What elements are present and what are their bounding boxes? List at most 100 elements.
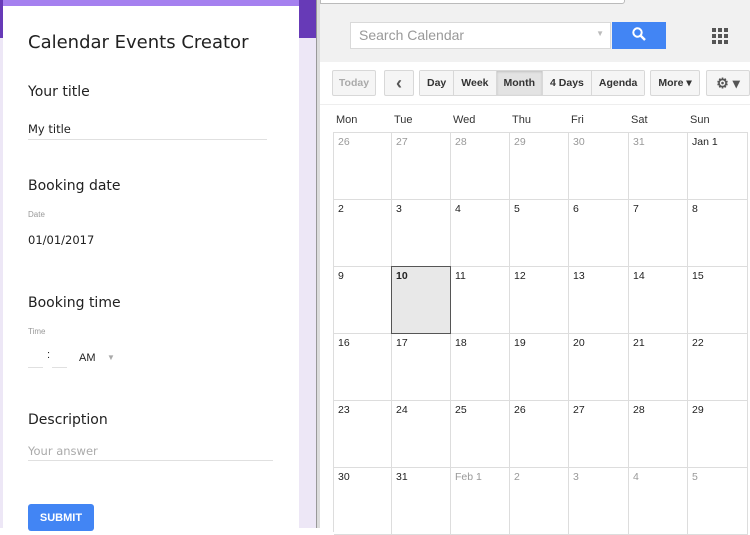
ampm-dropdown-icon[interactable]: ▼ bbox=[107, 353, 115, 362]
calendar-day[interactable]: 7 bbox=[629, 200, 688, 267]
calendar-day[interactable]: 27 bbox=[392, 133, 451, 200]
calendar-day[interactable]: 5 bbox=[688, 468, 748, 535]
calendar-day[interactable]: 9 bbox=[334, 267, 392, 334]
search-options-icon[interactable]: ▼ bbox=[596, 29, 604, 38]
calendar-day[interactable]: 11 bbox=[451, 267, 510, 334]
calendar-day[interactable]: 25 bbox=[451, 401, 510, 468]
calendar-day[interactable]: 19 bbox=[510, 334, 569, 401]
calendar-day[interactable]: 18 bbox=[451, 334, 510, 401]
calendar-day[interactable]: 28 bbox=[451, 133, 510, 200]
calendar-day[interactable]: 26 bbox=[334, 133, 392, 200]
day-number[interactable]: 2 bbox=[338, 203, 344, 215]
day-number[interactable]: 5 bbox=[514, 203, 520, 215]
day-number[interactable]: 28 bbox=[455, 136, 467, 148]
day-number[interactable]: 31 bbox=[396, 471, 408, 483]
day-number[interactable]: 10 bbox=[396, 270, 408, 282]
day-number[interactable]: 24 bbox=[396, 404, 408, 416]
day-number[interactable]: Jan 1 bbox=[692, 136, 718, 148]
calendar-day[interactable]: 31 bbox=[392, 468, 451, 535]
calendar-day[interactable]: Feb 1 bbox=[451, 468, 510, 535]
description-input[interactable]: Your answer bbox=[28, 444, 98, 458]
day-number[interactable]: 6 bbox=[573, 203, 579, 215]
calendar-day[interactable]: Jan 1 bbox=[688, 133, 748, 200]
day-number[interactable]: 29 bbox=[514, 136, 526, 148]
calendar-day[interactable]: 3 bbox=[392, 200, 451, 267]
calendar-day[interactable]: 30 bbox=[334, 468, 392, 535]
calendar-day[interactable]: 2 bbox=[334, 200, 392, 267]
day-number[interactable]: 25 bbox=[455, 404, 467, 416]
calendar-day[interactable]: 24 bbox=[392, 401, 451, 468]
day-number[interactable]: 4 bbox=[455, 203, 461, 215]
day-number[interactable]: 11 bbox=[455, 270, 466, 282]
day-number[interactable]: 22 bbox=[692, 337, 704, 349]
day-number[interactable]: 27 bbox=[396, 136, 408, 148]
more-button[interactable]: More ▾ bbox=[650, 70, 700, 96]
day-number[interactable]: 12 bbox=[514, 270, 526, 282]
calendar-day[interactable]: 4 bbox=[451, 200, 510, 267]
calendar-day[interactable]: 30 bbox=[569, 133, 629, 200]
settings-button[interactable]: ⚙ ▾ bbox=[706, 70, 750, 96]
view-week-button[interactable]: Week bbox=[454, 71, 497, 95]
view-4-days-button[interactable]: 4 Days bbox=[543, 71, 592, 95]
calendar-day-today[interactable]: 10 bbox=[391, 266, 451, 334]
today-button[interactable]: Today bbox=[332, 70, 376, 96]
submit-button[interactable]: SUBMIT bbox=[28, 504, 94, 531]
address-input[interactable] bbox=[320, 0, 625, 4]
calendar-day[interactable]: 31 bbox=[629, 133, 688, 200]
calendar-day[interactable]: 3 bbox=[569, 468, 629, 535]
calendar-day[interactable]: 5 bbox=[510, 200, 569, 267]
calendar-day[interactable]: 8 bbox=[688, 200, 748, 267]
day-number[interactable]: 31 bbox=[633, 136, 645, 148]
day-number[interactable]: Feb 1 bbox=[455, 471, 482, 483]
prev-button[interactable]: ‹ bbox=[384, 70, 414, 96]
calendar-day[interactable]: 20 bbox=[569, 334, 629, 401]
view-agenda-button[interactable]: Agenda bbox=[591, 71, 645, 95]
calendar-day[interactable]: 22 bbox=[688, 334, 748, 401]
day-number[interactable]: 18 bbox=[455, 337, 467, 349]
title-input[interactable]: My title bbox=[28, 122, 71, 136]
date-input[interactable]: 01/01/2017 bbox=[28, 233, 94, 247]
calendar-day[interactable]: 28 bbox=[629, 401, 688, 468]
calendar-day[interactable]: 14 bbox=[629, 267, 688, 334]
calendar-day[interactable]: 21 bbox=[629, 334, 688, 401]
day-number[interactable]: 3 bbox=[573, 471, 579, 483]
view-month-button[interactable]: Month bbox=[496, 71, 544, 95]
calendar-day[interactable]: 29 bbox=[688, 401, 748, 468]
day-number[interactable]: 14 bbox=[633, 270, 645, 282]
day-number[interactable]: 20 bbox=[573, 337, 585, 349]
calendar-day[interactable]: 29 bbox=[510, 133, 569, 200]
day-number[interactable]: 8 bbox=[692, 203, 698, 215]
day-number[interactable]: 13 bbox=[573, 270, 585, 282]
day-number[interactable]: 2 bbox=[514, 471, 520, 483]
day-number[interactable]: 21 bbox=[633, 337, 645, 349]
search-button[interactable] bbox=[612, 22, 666, 49]
calendar-day[interactable]: 2 bbox=[510, 468, 569, 535]
day-number[interactable]: 29 bbox=[692, 404, 704, 416]
apps-grid-icon[interactable] bbox=[712, 28, 728, 44]
day-number[interactable]: 7 bbox=[633, 203, 639, 215]
calendar-day[interactable]: 26 bbox=[510, 401, 569, 468]
ampm-select[interactable]: AM bbox=[79, 352, 96, 364]
calendar-day[interactable]: 12 bbox=[510, 267, 569, 334]
day-number[interactable]: 28 bbox=[633, 404, 645, 416]
calendar-day[interactable]: 13 bbox=[569, 267, 629, 334]
search-input[interactable]: Search Calendar ▼ bbox=[350, 22, 611, 49]
calendar-day[interactable]: 27 bbox=[569, 401, 629, 468]
calendar-day[interactable]: 23 bbox=[334, 401, 392, 468]
day-number[interactable]: 3 bbox=[396, 203, 402, 215]
day-number[interactable]: 5 bbox=[692, 471, 698, 483]
day-number[interactable]: 26 bbox=[338, 136, 350, 148]
day-number[interactable]: 17 bbox=[396, 337, 408, 349]
day-number[interactable]: 15 bbox=[692, 270, 704, 282]
calendar-day[interactable]: 15 bbox=[688, 267, 748, 334]
day-number[interactable]: 23 bbox=[338, 404, 350, 416]
day-number[interactable]: 27 bbox=[573, 404, 585, 416]
day-number[interactable]: 4 bbox=[633, 471, 639, 483]
view-day-button[interactable]: Day bbox=[420, 71, 455, 95]
hour-input[interactable] bbox=[28, 367, 43, 368]
calendar-day[interactable]: 16 bbox=[334, 334, 392, 401]
calendar-day[interactable]: 17 bbox=[392, 334, 451, 401]
day-number[interactable]: 30 bbox=[573, 136, 585, 148]
day-number[interactable]: 9 bbox=[338, 270, 344, 282]
calendar-day[interactable]: 4 bbox=[629, 468, 688, 535]
